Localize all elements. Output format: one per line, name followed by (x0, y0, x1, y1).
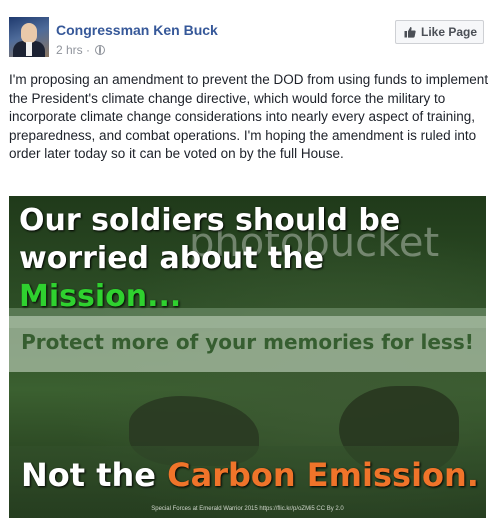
post-meta: 2 hrs · (56, 43, 106, 57)
profile-avatar[interactable] (9, 17, 49, 57)
post-image[interactable]: photobucket Our soldiers should be worri… (9, 196, 486, 518)
facebook-post: Congressman Ken Buck 2 hrs · Like Page I… (0, 0, 502, 523)
post-header: Congressman Ken Buck 2 hrs · Like Page (0, 0, 502, 70)
headline-mission: Mission... (19, 279, 182, 314)
watermark-text: Protect more of your memories for less! (21, 330, 474, 354)
meta-separator: · (86, 43, 91, 57)
image-headline: Our soldiers should be worried about the… (19, 202, 400, 316)
bottom-prefix: Not the (21, 456, 168, 494)
headline-line-2: worried about the (19, 241, 324, 276)
globe-icon (95, 45, 106, 55)
headline-line-1: Our soldiers should be (19, 203, 401, 238)
post-timestamp[interactable]: 2 hrs (56, 43, 83, 57)
page-name-link[interactable]: Congressman Ken Buck (56, 22, 218, 38)
image-bottom-line: Not the Carbon Emission. (21, 456, 479, 494)
thumbs-up-icon (404, 27, 416, 38)
photo-credit: Special Forces at Emerald Warrior 2015 h… (151, 506, 344, 512)
bottom-carbon-emission: Carbon Emission. (167, 456, 479, 494)
like-page-label: Like Page (421, 25, 478, 39)
like-page-button[interactable]: Like Page (395, 20, 484, 44)
post-text: I'm proposing an amendment to prevent th… (9, 72, 489, 161)
